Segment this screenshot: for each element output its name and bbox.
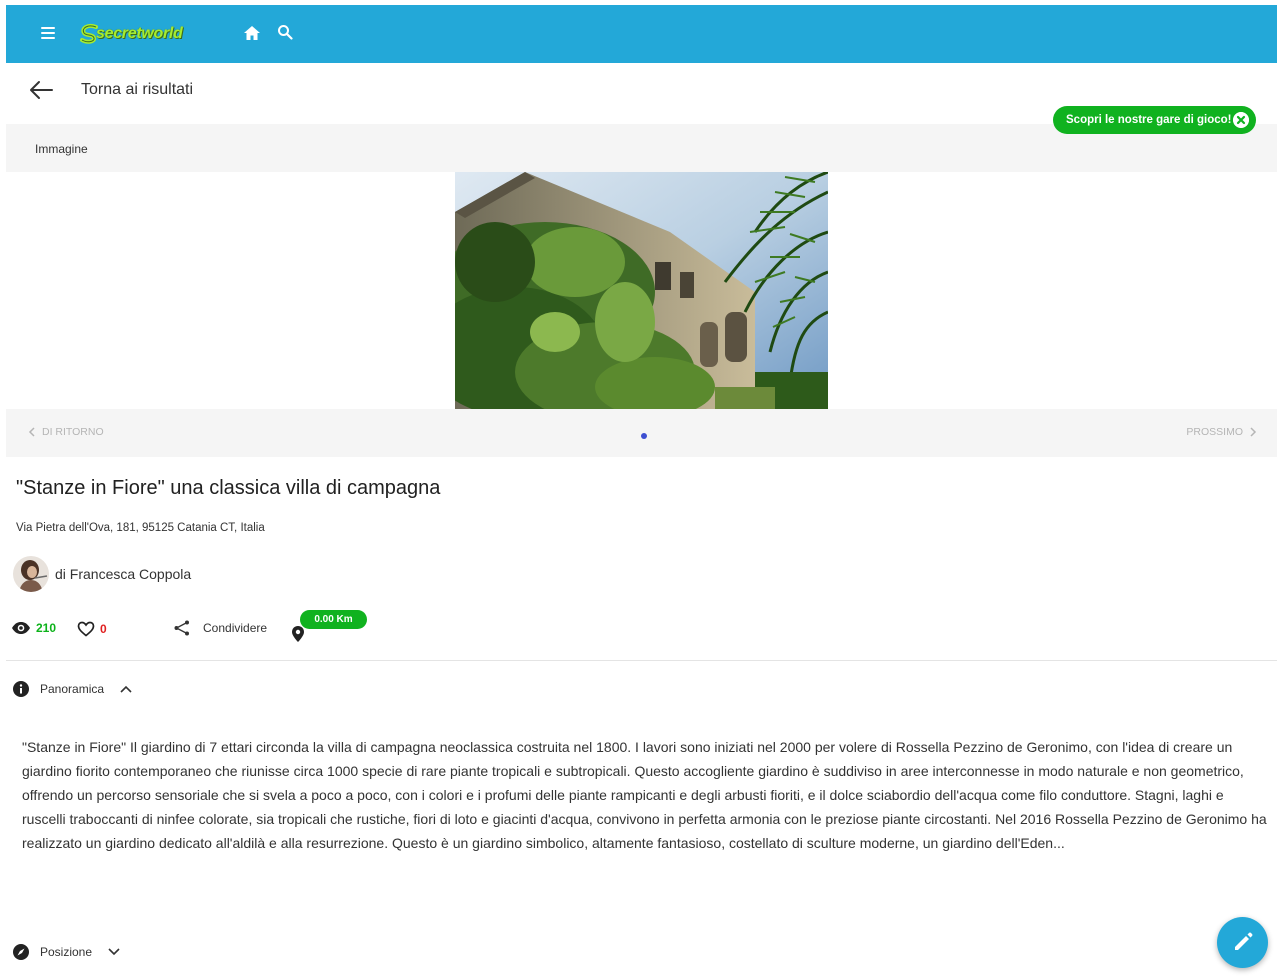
chevron-left-icon bbox=[28, 427, 35, 437]
place-title: "Stanze in Fiore" una classica villa di … bbox=[16, 477, 441, 499]
avatar[interactable] bbox=[13, 556, 49, 592]
stats-row: 210 0 Condividere 0.00 Km bbox=[11, 610, 411, 643]
views-count: 210 bbox=[36, 621, 57, 635]
heart-icon[interactable] bbox=[77, 621, 95, 637]
divider bbox=[6, 660, 1277, 661]
eye-icon bbox=[12, 622, 30, 634]
position-label: Posizione bbox=[40, 945, 93, 959]
author-name[interactable]: di Francesca Coppola bbox=[55, 566, 191, 582]
overview-label: Panoramica bbox=[40, 682, 105, 696]
author-row[interactable]: di Francesca Coppola bbox=[13, 556, 191, 592]
gallery-nav: DI RITORNO PROSSIMO bbox=[6, 409, 1277, 457]
promo-label: Scopri le nostre gare di gioco! bbox=[1066, 114, 1232, 126]
location-pin-icon bbox=[292, 626, 304, 642]
position-section-toggle[interactable]: Posizione bbox=[13, 944, 120, 960]
chevron-down-icon bbox=[108, 948, 120, 956]
share-icon bbox=[174, 620, 189, 636]
gallery-prev-button[interactable]: DI RITORNO bbox=[28, 426, 104, 438]
gallery-next-label: PROSSIMO bbox=[1186, 426, 1243, 438]
home-icon[interactable] bbox=[243, 25, 261, 41]
place-address: Via Pietra dell'Ova, 181, 95125 Catania … bbox=[16, 522, 265, 534]
overview-section-toggle[interactable]: Panoramica bbox=[13, 681, 132, 697]
gallery-prev-label: DI RITORNO bbox=[42, 426, 104, 438]
gallery-image[interactable] bbox=[455, 172, 828, 409]
share-label: Condividere bbox=[203, 621, 268, 635]
close-icon[interactable] bbox=[1233, 112, 1249, 128]
page: secretworld Torna ai risultati Immagine … bbox=[6, 5, 1277, 980]
likes-count: 0 bbox=[100, 622, 107, 636]
logo[interactable]: secretworld bbox=[78, 22, 210, 46]
distance-badge: 0.00 Km bbox=[300, 610, 367, 629]
share-button[interactable]: Condividere bbox=[173, 619, 267, 637]
chevron-right-icon bbox=[1250, 427, 1257, 437]
back-to-results-button[interactable]: Torna ai risultati bbox=[28, 78, 193, 102]
arrow-back-icon bbox=[30, 81, 53, 99]
overview-description: "Stanze in Fiore" Il giardino di 7 ettar… bbox=[22, 739, 1267, 851]
info-icon bbox=[13, 681, 29, 697]
gallery-next-button[interactable]: PROSSIMO bbox=[1186, 426, 1257, 438]
gallery-dot-active[interactable] bbox=[641, 433, 647, 439]
top-app-bar: secretworld bbox=[6, 5, 1277, 63]
promo-games-chip[interactable]: Scopri le nostre gare di gioco! bbox=[1053, 106, 1256, 134]
chevron-up-icon bbox=[120, 685, 132, 693]
views-stat: 210 bbox=[11, 621, 56, 635]
pencil-icon bbox=[1235, 932, 1253, 950]
logo-text: secretworld bbox=[96, 25, 183, 42]
search-icon[interactable] bbox=[277, 24, 293, 40]
edit-fab-button[interactable] bbox=[1217, 917, 1268, 968]
gallery-title: Immagine bbox=[35, 142, 88, 156]
likes-stat[interactable]: 0 bbox=[77, 621, 107, 637]
back-label: Torna ai risultati bbox=[81, 81, 194, 98]
menu-icon[interactable] bbox=[41, 27, 55, 39]
villa-photo bbox=[455, 172, 828, 409]
compass-icon bbox=[13, 944, 29, 960]
